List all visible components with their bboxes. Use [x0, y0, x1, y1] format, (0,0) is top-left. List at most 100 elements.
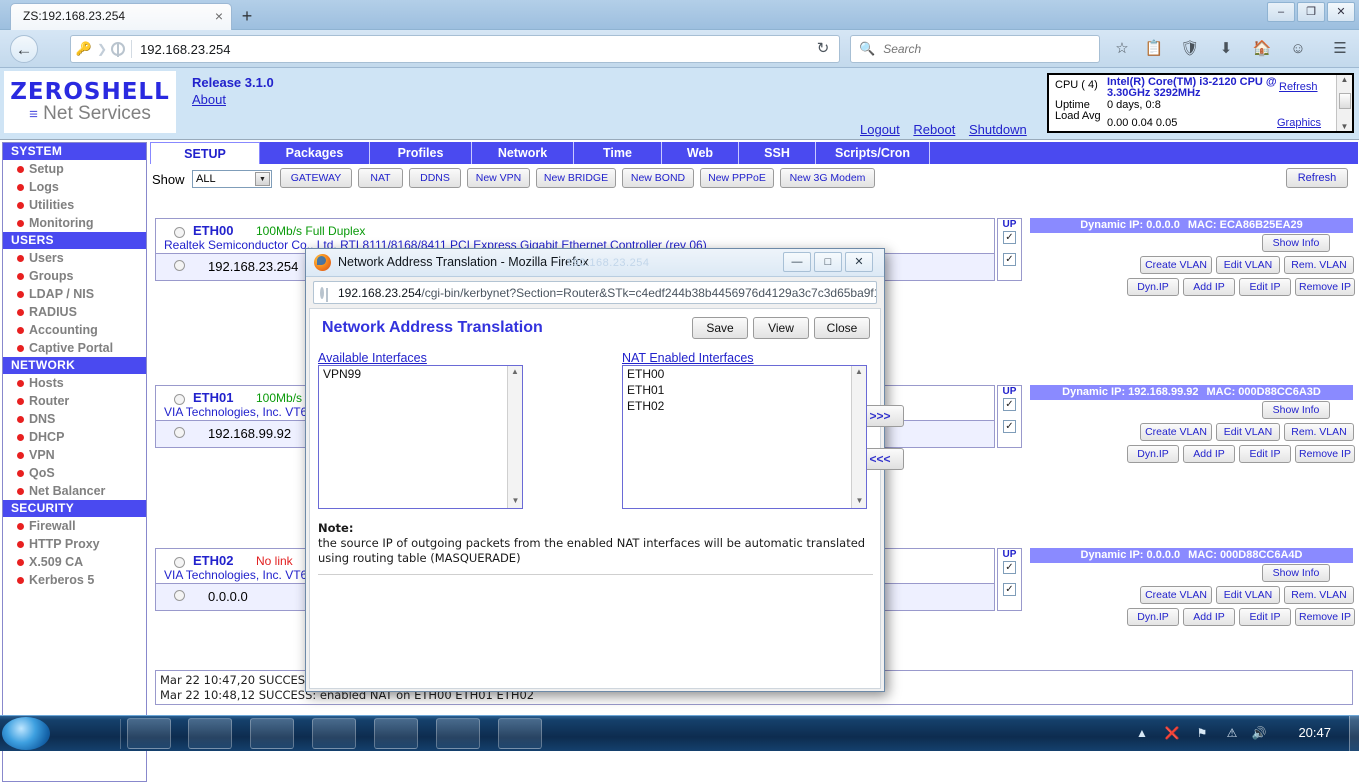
tab-setup[interactable]: SETUP: [150, 142, 260, 164]
download-icon[interactable]: ⬇: [1214, 37, 1238, 61]
sidebar-item-net-balancer[interactable]: Net Balancer: [3, 482, 146, 500]
sidebar-item-logs[interactable]: Logs: [3, 178, 146, 196]
close-icon[interactable]: ✕: [845, 252, 873, 272]
remove-ip-button[interactable]: Remove IP: [1295, 608, 1355, 626]
refresh-button[interactable]: Refresh: [1286, 168, 1348, 188]
tab-packages[interactable]: Packages: [260, 142, 370, 164]
available-interfaces-list[interactable]: ▲ ▼ VPN99: [318, 365, 523, 509]
scroll-down-icon[interactable]: ▼: [852, 495, 866, 508]
up-checkbox[interactable]: ✓: [1003, 231, 1016, 244]
sidebar-item-kerberos-5[interactable]: Kerberos 5: [3, 571, 146, 589]
nat-dialog-titlebar[interactable]: Network Address Translation - Mozilla Fi…: [306, 249, 884, 277]
create-vlan-button[interactable]: Create VLAN: [1140, 423, 1212, 441]
add-ip-button[interactable]: Add IP: [1183, 445, 1235, 463]
toolbar-button-new-pppoe[interactable]: New PPPoE: [700, 168, 774, 188]
remove-ip-button[interactable]: Remove IP: [1295, 445, 1355, 463]
logout-link[interactable]: Logout: [860, 122, 900, 137]
nat-dialog-address-bar[interactable]: 192.168.23.254/cgi-bin/kerbynet?Section=…: [313, 281, 877, 304]
tab-network[interactable]: Network: [472, 142, 574, 164]
edit-vlan-button[interactable]: Edit VLAN: [1216, 256, 1280, 274]
scroll-up-icon[interactable]: ▲: [1337, 75, 1352, 84]
radio-icon[interactable]: [174, 260, 185, 271]
add-ip-button[interactable]: Add IP: [1183, 608, 1235, 626]
chrome-icon[interactable]: [250, 718, 294, 749]
toolbar-button-ddns[interactable]: DDNS: [409, 168, 461, 188]
sidebar-item-hosts[interactable]: Hosts: [3, 374, 146, 392]
tab-web[interactable]: Web: [662, 142, 739, 164]
radio-icon[interactable]: [174, 557, 185, 568]
browser-tab[interactable]: ZS:192.168.23.254 ×: [10, 3, 232, 30]
sidebar-item-groups[interactable]: Groups: [3, 267, 146, 285]
toolbar-button-new-bridge[interactable]: New BRIDGE: [536, 168, 616, 188]
scroll-down-icon[interactable]: ▼: [508, 495, 522, 508]
tray-expand-icon[interactable]: ▲: [1134, 726, 1150, 742]
media-player-icon[interactable]: [188, 718, 232, 749]
flag-icon[interactable]: ⚑: [1194, 726, 1210, 742]
show-info-button[interactable]: Show Info: [1262, 234, 1330, 252]
explorer-folder-icon[interactable]: [127, 718, 171, 749]
tab-time[interactable]: Time: [574, 142, 662, 164]
radio-icon[interactable]: [174, 227, 185, 238]
sidebar-item-users[interactable]: Users: [3, 249, 146, 267]
edit-ip-button[interactable]: Edit IP: [1239, 445, 1291, 463]
sidebar-item-ldap-nis[interactable]: LDAP / NIS: [3, 285, 146, 303]
dyn-ip-button[interactable]: Dyn.IP: [1127, 608, 1179, 626]
sidebar-item-http-proxy[interactable]: HTTP Proxy: [3, 535, 146, 553]
show-desktop-button[interactable]: [1349, 716, 1359, 752]
close-button[interactable]: Close: [814, 317, 870, 339]
shutdown-link[interactable]: Shutdown: [969, 122, 1027, 137]
star-icon[interactable]: ☆: [1110, 37, 1134, 61]
status-refresh-link[interactable]: Refresh: [1279, 81, 1318, 93]
show-info-button[interactable]: Show Info: [1262, 401, 1330, 419]
maximize-icon[interactable]: □: [814, 252, 842, 272]
search-bar[interactable]: 🔍: [850, 35, 1100, 63]
sidebar-item-accounting[interactable]: Accounting: [3, 321, 146, 339]
edit-ip-button[interactable]: Edit IP: [1239, 278, 1291, 296]
save-button[interactable]: Save: [692, 317, 748, 339]
tab-profiles[interactable]: Profiles: [370, 142, 472, 164]
back-icon[interactable]: ←: [10, 35, 38, 63]
ip-checkbox[interactable]: ✓: [1003, 420, 1016, 433]
terminal-icon[interactable]: [374, 718, 418, 749]
minimize-icon[interactable]: —: [783, 252, 811, 272]
start-button[interactable]: [2, 717, 50, 750]
show-info-button[interactable]: Show Info: [1262, 564, 1330, 582]
view-button[interactable]: View: [753, 317, 809, 339]
network-error-icon[interactable]: ❌: [1164, 726, 1180, 742]
list-scrollbar[interactable]: ▲ ▼: [851, 366, 866, 508]
hamburger-menu-icon[interactable]: ☰: [1328, 37, 1352, 61]
new-tab-button[interactable]: +: [236, 6, 258, 28]
maximize-icon[interactable]: ❐: [1297, 2, 1325, 22]
toolbar-button-new-3g-modem[interactable]: New 3G Modem: [780, 168, 875, 188]
sidebar-item-vpn[interactable]: VPN: [3, 446, 146, 464]
sidebar-item-monitoring[interactable]: Monitoring: [3, 214, 146, 232]
scroll-up-icon[interactable]: ▲: [852, 366, 866, 379]
sidebar-item-router[interactable]: Router: [3, 392, 146, 410]
radio-icon[interactable]: [174, 394, 185, 405]
up-checkbox[interactable]: ✓: [1003, 561, 1016, 574]
dyn-ip-button[interactable]: Dyn.IP: [1127, 445, 1179, 463]
rem-vlan-button[interactable]: Rem. VLAN: [1284, 256, 1354, 274]
status-graphics-link[interactable]: Graphics: [1277, 117, 1321, 129]
ip-checkbox[interactable]: ✓: [1003, 583, 1016, 596]
create-vlan-button[interactable]: Create VLAN: [1140, 586, 1212, 604]
sidebar-item-dhcp[interactable]: DHCP: [3, 428, 146, 446]
up-checkbox[interactable]: ✓: [1003, 398, 1016, 411]
sidebar-item-qos[interactable]: QoS: [3, 464, 146, 482]
shield-icon[interactable]: 🛡: [1178, 37, 1202, 61]
photo-viewer-icon[interactable]: [436, 718, 480, 749]
smiley-icon[interactable]: ☺: [1286, 37, 1310, 61]
list-item[interactable]: ETH02: [623, 398, 866, 414]
volume-icon[interactable]: 🔊: [1251, 726, 1267, 742]
firefox-icon[interactable]: [312, 718, 356, 749]
sidebar-item-firewall[interactable]: Firewall: [3, 517, 146, 535]
close-icon[interactable]: ×: [215, 9, 223, 23]
sidebar-item-utilities[interactable]: Utilities: [3, 196, 146, 214]
clock[interactable]: 20:47: [1298, 725, 1331, 740]
app-icon[interactable]: [498, 718, 542, 749]
rem-vlan-button[interactable]: Rem. VLAN: [1284, 423, 1354, 441]
toolbar-button-gateway[interactable]: GATEWAY: [280, 168, 352, 188]
nat-dialog-window[interactable]: Network Address Translation - Mozilla Fi…: [305, 248, 904, 692]
radio-icon[interactable]: [174, 427, 185, 438]
reboot-link[interactable]: Reboot: [913, 122, 955, 137]
